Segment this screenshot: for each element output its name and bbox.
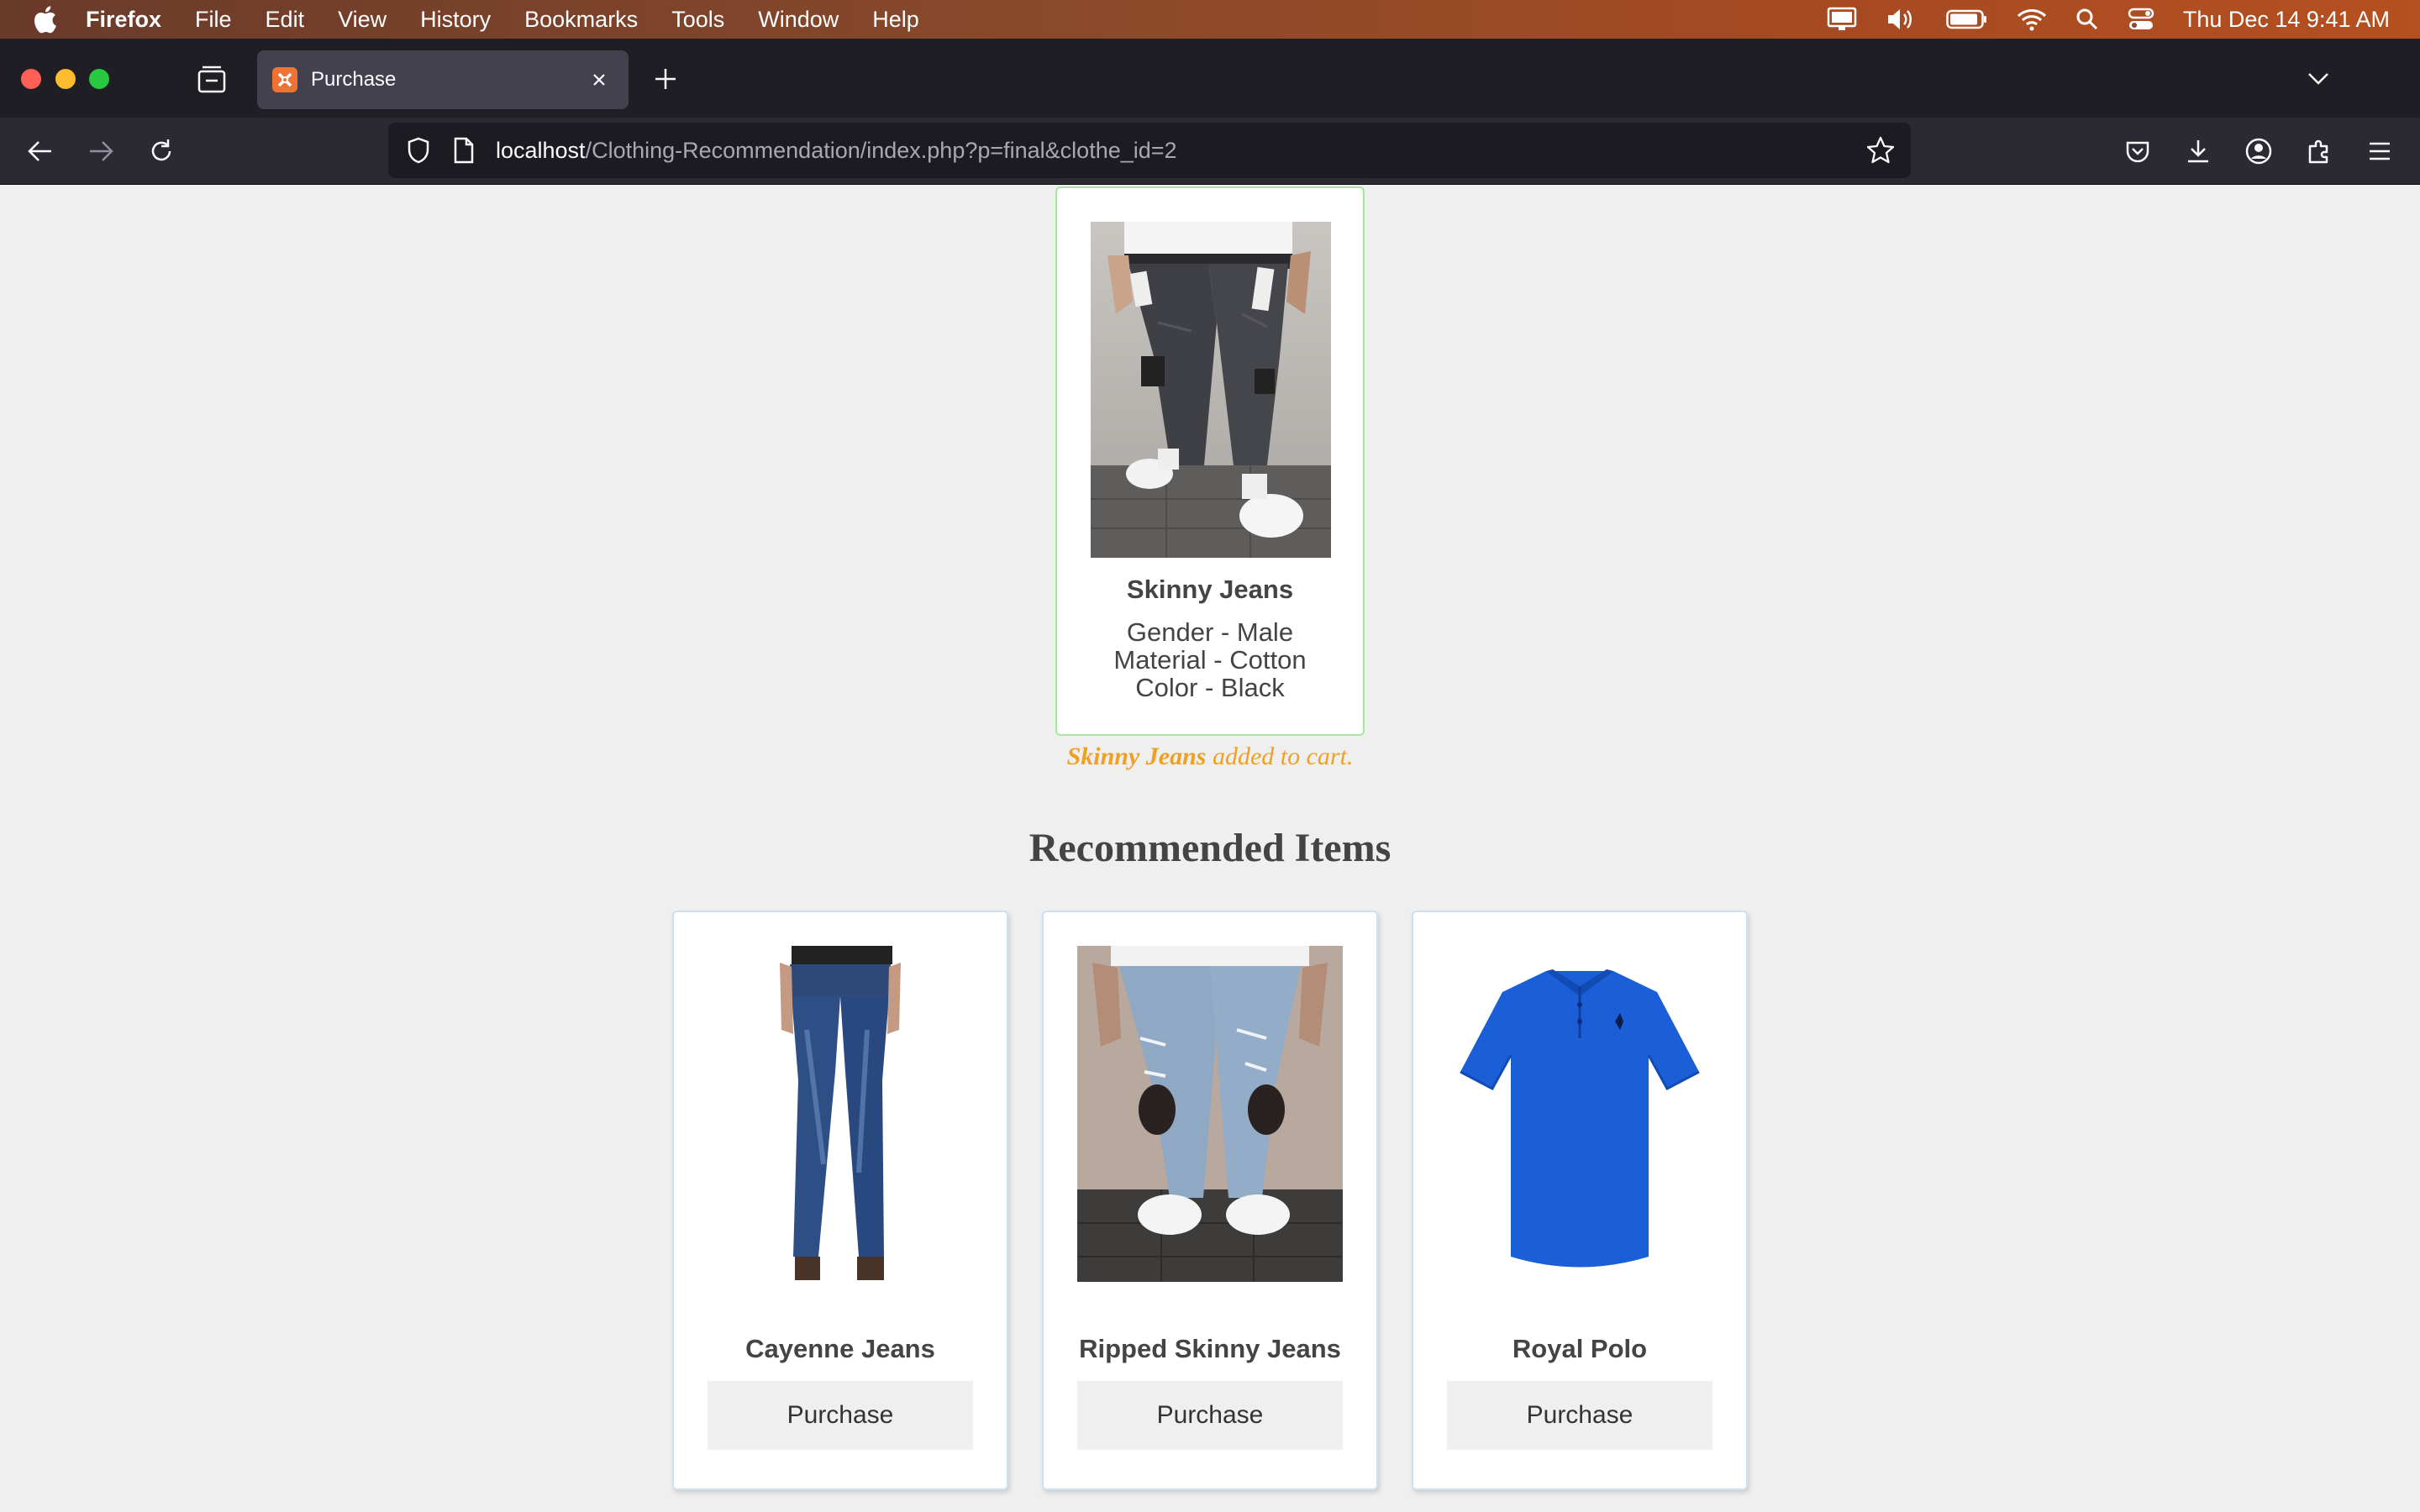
purchase-button[interactable]: Purchase <box>1447 1381 1712 1450</box>
added-to-cart-message: Skinny Jeans added to cart. <box>0 743 2420 771</box>
purchased-item-attributes: Gender - Male Material - Cotton Color - … <box>1057 618 1363 701</box>
battery-icon[interactable] <box>1946 8 1988 30</box>
tab-title: Purchase <box>311 68 397 91</box>
cayenne-jeans-photo <box>708 946 973 1282</box>
menubar-clock[interactable]: Thu Dec 14 9:41 AM <box>2183 7 2390 33</box>
recommended-item-card: Cayenne Jeans Purchase <box>672 911 1008 1490</box>
royal-polo-photo <box>1447 946 1712 1282</box>
menu-view[interactable]: View <box>338 7 387 33</box>
recommended-item-name: Ripped Skinny Jeans <box>1079 1333 1341 1363</box>
firefox-view-icon[interactable] <box>195 64 229 94</box>
recommended-item-card: Royal Polo Purchase <box>1412 911 1748 1490</box>
menu-window[interactable]: Window <box>758 7 839 33</box>
item-color: Color - Black <box>1135 673 1285 702</box>
xampp-favicon-icon <box>272 67 297 92</box>
macos-menu-bar: Firefox File Edit View History Bookmarks… <box>0 0 2420 39</box>
purchase-button[interactable]: Purchase <box>708 1381 973 1450</box>
recommended-item-name: Royal Polo <box>1512 1333 1648 1363</box>
menu-bookmarks[interactable]: Bookmarks <box>524 7 638 33</box>
control-center-icon[interactable] <box>2128 8 2154 31</box>
navigation-toolbar: localhost/Clothing-Recommendation/index.… <box>0 118 2420 185</box>
skinny-jeans-photo <box>1091 222 1331 558</box>
spotlight-search-icon[interactable] <box>2075 8 2099 31</box>
menu-history[interactable]: History <box>420 7 491 33</box>
downloads-icon[interactable] <box>2181 134 2215 168</box>
menu-edit[interactable]: Edit <box>266 7 305 33</box>
recommended-item-name: Cayenne Jeans <box>745 1333 935 1363</box>
reload-icon[interactable] <box>145 134 178 168</box>
account-icon[interactable] <box>2242 134 2275 168</box>
item-gender: Gender - Male <box>1126 617 1294 647</box>
extensions-puzzle-icon[interactable] <box>2302 134 2336 168</box>
wifi-icon[interactable] <box>2017 8 2047 31</box>
back-arrow-icon[interactable] <box>24 134 57 168</box>
page-info-icon[interactable] <box>450 135 477 165</box>
pocket-icon[interactable] <box>2121 134 2154 168</box>
forward-arrow-icon[interactable] <box>84 134 118 168</box>
recommended-items-heading: Recommended Items <box>1028 826 1392 870</box>
bookmark-star-icon[interactable] <box>1865 135 1896 165</box>
tab-close-icon[interactable] <box>587 67 612 92</box>
purchased-item-name: Skinny Jeans <box>1126 575 1294 604</box>
purchased-item-card: Skinny Jeans Gender - Male Material - Co… <box>1055 186 1365 736</box>
page-content: Skinny Jeans Gender - Male Material - Co… <box>0 185 2420 1512</box>
cart-item-name: Skinny Jeans <box>1066 743 1207 770</box>
menu-tools[interactable]: Tools <box>671 7 724 33</box>
volume-icon[interactable] <box>1886 7 1918 32</box>
tab-purchase[interactable]: Purchase <box>257 50 629 109</box>
address-bar[interactable]: localhost/Clothing-Recommendation/index.… <box>388 123 1911 178</box>
recommended-item-card: Ripped Skinny Jeans Purchase <box>1042 911 1378 1490</box>
display-icon[interactable] <box>1827 7 1857 32</box>
new-tab-plus-icon[interactable] <box>650 64 681 94</box>
list-all-tabs-chevron-down-icon[interactable] <box>2304 66 2333 91</box>
hamburger-menu-icon[interactable] <box>2363 134 2396 168</box>
url-path: /Clothing-Recommendation/index.php?p=fin… <box>585 137 1177 163</box>
purchase-button[interactable]: Purchase <box>1077 1381 1343 1450</box>
cart-message-suffix: added to cart. <box>1212 743 1354 770</box>
ripped-skinny-jeans-photo <box>1077 946 1343 1282</box>
url-host: localhost <box>496 137 586 163</box>
menu-help[interactable]: Help <box>872 7 919 33</box>
menu-file[interactable]: File <box>195 7 232 33</box>
window-close-button[interactable] <box>21 69 41 89</box>
url-text[interactable]: localhost/Clothing-Recommendation/index.… <box>496 138 1177 164</box>
tracking-protection-shield-icon[interactable] <box>403 135 434 165</box>
menu-firefox[interactable]: Firefox <box>86 7 161 33</box>
window-zoom-button[interactable] <box>89 69 109 89</box>
item-material: Material - Cotton <box>1113 645 1307 675</box>
window-minimize-button[interactable] <box>55 69 76 89</box>
apple-icon[interactable] <box>32 5 57 34</box>
